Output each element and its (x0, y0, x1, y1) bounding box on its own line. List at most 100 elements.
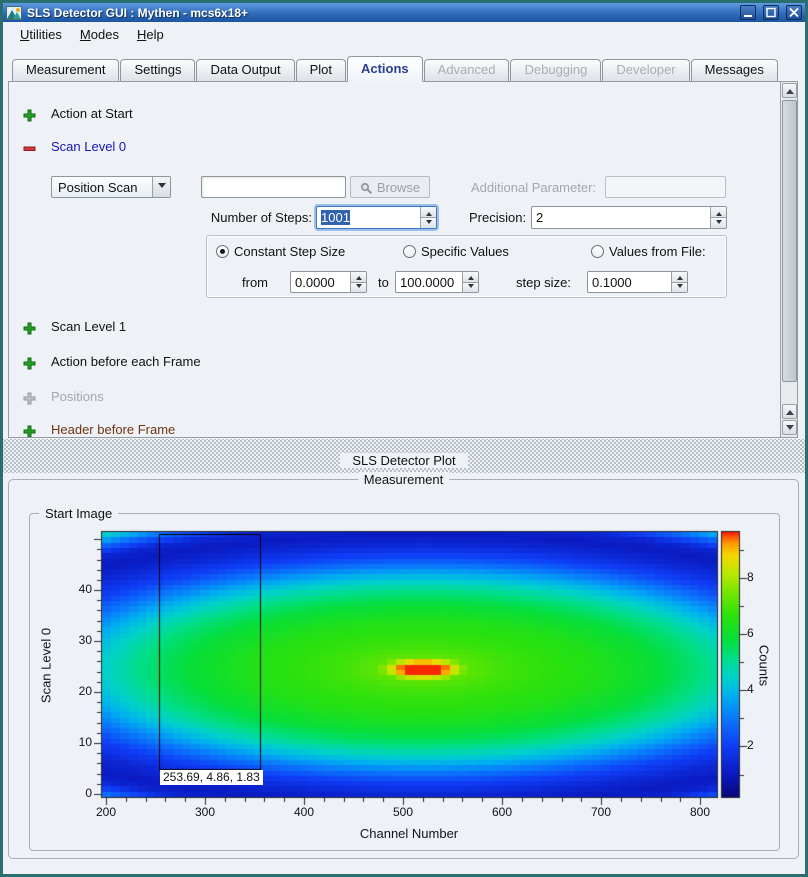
spin-buttons (420, 207, 436, 228)
dock-titlebar[interactable]: SLS Detector Plot (3, 447, 805, 473)
tab-data-output[interactable]: Data Output (196, 59, 294, 81)
spin-buttons (710, 207, 726, 228)
spin-down-button[interactable] (421, 217, 436, 228)
expand-plus-icon[interactable] (23, 320, 36, 335)
spin-buttons (350, 272, 366, 292)
scroll-up-button[interactable] (782, 83, 797, 98)
menu-modes[interactable]: Modes (71, 24, 128, 45)
expand-plus-icon[interactable] (23, 355, 36, 370)
tracker-text: 253.69, 4.86, 1.83 (160, 770, 263, 785)
expand-plus-icon[interactable] (23, 423, 36, 438)
scrollbar-thumb[interactable] (782, 100, 797, 382)
splitter-handle[interactable] (3, 439, 805, 447)
window-titlebar[interactable]: SLS Detector GUI : Mythen - mcs6x18+ (3, 3, 805, 22)
scan-level-1-label[interactable]: Scan Level 1 (51, 319, 126, 334)
additional-parameter-label: Additional Parameter: (471, 180, 596, 195)
from-label: from (242, 275, 268, 290)
tab-debugging: Debugging (510, 59, 601, 81)
x-tick-label: 800 (675, 805, 725, 820)
menubar: Utilities Modes Help (3, 22, 805, 46)
spin-up-button[interactable] (351, 272, 366, 282)
measurement-groupbox: Measurement Start Image Scan Level 0 Cha… (8, 479, 799, 859)
tab-settings[interactable]: Settings (120, 59, 195, 81)
minimize-button[interactable] (740, 5, 756, 20)
constant-step-label: Constant Step Size (234, 244, 345, 259)
specific-values-label: Specific Values (421, 244, 509, 259)
heatmap-canvas[interactable] (94, 527, 748, 809)
colorbar-tick-label: 8 (747, 570, 777, 585)
menu-help[interactable]: Help (128, 24, 173, 45)
precision-value: 2 (536, 210, 543, 225)
scan-mode-combobox[interactable]: Position Scan (51, 176, 171, 198)
x-tick-label: 200 (81, 805, 131, 820)
vertical-scrollbar[interactable] (780, 82, 797, 437)
plot-area: Scan Level 0 Channel Number Counts 253.6… (30, 514, 779, 850)
spin-down-button[interactable] (351, 282, 366, 293)
values-from-file-label: Values from File: (609, 244, 706, 259)
tab-actions[interactable]: Actions (347, 56, 423, 82)
close-button[interactable] (786, 5, 802, 20)
scan-level-0-label[interactable]: Scan Level 0 (51, 139, 126, 154)
step-size-spinbox[interactable]: 0.1000 (587, 271, 688, 293)
precision-spinbox[interactable]: 2 (531, 206, 727, 229)
step-size-value: 0.1000 (592, 275, 632, 290)
scroll-down-button[interactable] (782, 420, 797, 435)
spin-up-button[interactable] (711, 207, 726, 217)
menu-utilities-accel: U (20, 27, 29, 42)
action-at-start-label[interactable]: Action at Start (51, 106, 133, 121)
spin-up-button[interactable] (672, 272, 687, 282)
script-file-field[interactable] (201, 176, 346, 198)
spin-buttons (462, 272, 478, 292)
to-value: 100.0000 (400, 275, 454, 290)
positions-label: Positions (51, 389, 104, 404)
menu-modes-accel: M (80, 27, 91, 42)
tab-advanced: Advanced (424, 59, 510, 81)
colorbar-tick-label: 4 (747, 682, 777, 697)
number-of-steps-spinbox[interactable]: 1001 (316, 206, 437, 229)
y-axis-title: Scan Level 0 (39, 606, 54, 726)
menu-help-accel: H (137, 27, 146, 42)
browse-icon (360, 179, 373, 194)
to-label: to (378, 275, 389, 290)
scroll-up-button[interactable] (782, 404, 797, 419)
spin-up-button[interactable] (421, 207, 436, 217)
x-tick-label: 600 (477, 805, 527, 820)
y-tick-label: 0 (30, 786, 92, 801)
step-size-label: step size: (516, 275, 571, 290)
chevron-down-icon[interactable] (152, 177, 170, 197)
x-tick-label: 300 (180, 805, 230, 820)
action-before-frame-label[interactable]: Action before each Frame (51, 354, 201, 369)
browse-button-label: Browse (377, 180, 420, 195)
app-icon[interactable] (6, 5, 22, 21)
constant-step-radio[interactable] (216, 245, 229, 258)
from-spinbox[interactable]: 0.0000 (290, 271, 367, 293)
start-image-groupbox: Start Image Scan Level 0 Channel Number … (29, 513, 780, 851)
menu-utilities[interactable]: Utilities (11, 24, 71, 45)
spin-down-button[interactable] (672, 282, 687, 293)
from-value: 0.0000 (295, 275, 335, 290)
collapse-minus-icon[interactable] (23, 140, 36, 155)
colorbar-tick-label: 6 (747, 626, 777, 641)
spin-down-button[interactable] (463, 282, 478, 293)
y-tick-label: 20 (30, 684, 92, 699)
actions-panel: Action at Start Scan Level 0 Position Sc… (8, 81, 798, 438)
specific-values-radio[interactable] (403, 245, 416, 258)
number-of-steps-value: 1001 (321, 210, 350, 225)
measurement-group-title: Measurement (358, 472, 449, 487)
to-spinbox[interactable]: 100.0000 (395, 271, 479, 293)
spin-up-button[interactable] (463, 272, 478, 282)
header-before-frame-label[interactable]: Header before Frame (51, 422, 175, 437)
tab-developer: Developer (602, 59, 689, 81)
colorbar-tick-label: 2 (747, 738, 777, 753)
tab-messages[interactable]: Messages (691, 59, 778, 81)
tab-measurement[interactable]: Measurement (12, 59, 119, 81)
x-tick-label: 400 (279, 805, 329, 820)
expand-plus-icon[interactable] (23, 107, 36, 122)
menu-help-label: elp (146, 27, 163, 42)
spin-buttons (671, 272, 687, 292)
scan-mode-value: Position Scan (58, 180, 138, 195)
spin-down-button[interactable] (711, 217, 726, 228)
values-from-file-radio[interactable] (591, 245, 604, 258)
tab-plot[interactable]: Plot (296, 59, 346, 81)
maximize-button[interactable] (763, 5, 779, 20)
